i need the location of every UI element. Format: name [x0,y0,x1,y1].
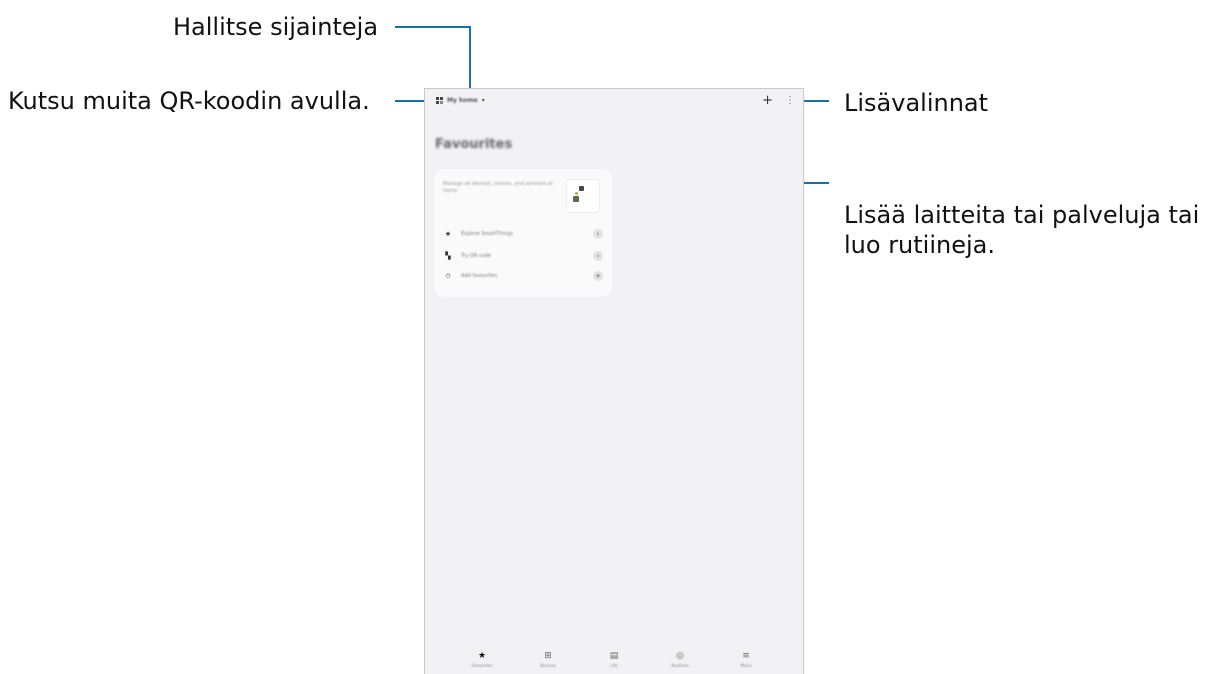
leader-manage-locations-h [395,26,471,28]
star-icon: ★ [444,230,452,238]
card-row-add-favourites[interactable]: ✩ Add favourites + [443,269,603,283]
card-illustration [566,179,600,213]
nav-devices[interactable]: ⊞ Devices [534,651,562,668]
star-outline-icon: ✩ [445,272,451,280]
app-screen: My home ▾ + ⋮ Favourites Manage all devi… [424,88,804,674]
life-icon: ▤ [609,651,619,661]
qr-code-icon[interactable] [436,97,443,104]
nav-routines[interactable]: ◎ Routines [666,651,694,668]
caret-down-icon[interactable]: ▾ [482,97,485,104]
qr-code-icon: ▚ [445,252,451,260]
card-row-explore[interactable]: ★ Explore SmartThings › [443,227,603,241]
location-selector[interactable]: My home ▾ [436,97,485,104]
callout-add-devices-line1: Lisää laitteita tai palveluja tai [844,201,1200,229]
card-row-qr[interactable]: ▚ Try QR code › [443,249,603,263]
bottom-navigation: ★ Favourites ⊞ Devices ▤ Life ◎ Routines… [425,647,803,674]
more-options-icon[interactable]: ⋮ [785,95,795,106]
leader-invite-qr [395,100,427,102]
callout-invite-qr: Kutsu muita QR-koodin avulla. [8,87,370,115]
card-row-label: Explore SmartThings [461,231,514,237]
nav-favourites[interactable]: ★ Favourites [468,651,496,668]
card-description: Manage all devices, scenes, and services… [443,181,553,194]
plus-icon[interactable]: + [593,271,603,281]
top-actions: + ⋮ [762,94,795,107]
home-name-label[interactable]: My home [447,97,478,104]
menu-icon: ≡ [742,651,750,661]
star-icon: ★ [477,651,487,661]
nav-life[interactable]: ▤ Life [600,651,628,668]
chevron-right-icon[interactable]: › [593,251,603,261]
devices-icon: ⊞ [544,651,552,661]
card-row-label: Try QR code [461,253,491,259]
nav-menu[interactable]: ≡ Menu [732,651,760,668]
callout-manage-locations: Hallitse sijainteja [173,13,379,41]
callout-more-options: Lisävalinnat [844,89,989,117]
getting-started-card: Manage all devices, scenes, and services… [434,169,612,297]
callout-add-devices-line2: luo rutiineja. [844,231,995,259]
routines-icon: ◎ [676,651,684,661]
plus-icon[interactable]: + [762,94,773,107]
page-title: Favourites [435,137,513,152]
card-row-label: Add favourites [461,273,498,279]
chevron-right-icon[interactable]: › [593,229,603,239]
